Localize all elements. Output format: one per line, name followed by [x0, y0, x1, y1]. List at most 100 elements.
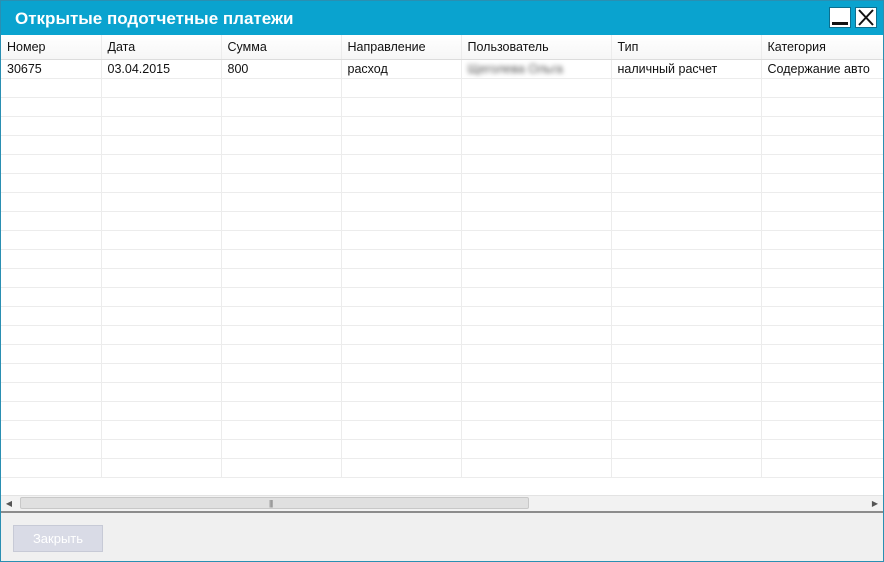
cell-amount[interactable]: 800	[221, 59, 342, 79]
title-bar: Открытые подотчетные платежи	[1, 1, 883, 35]
empty-cell	[341, 420, 462, 440]
empty-cell	[461, 420, 612, 440]
empty-cell	[341, 439, 462, 459]
empty-cell	[221, 97, 342, 117]
empty-cell	[611, 344, 762, 364]
empty-cell	[101, 382, 222, 402]
empty-cell	[611, 135, 762, 155]
empty-cell	[221, 401, 342, 421]
scroll-right-arrow-icon[interactable]: ▶	[867, 496, 883, 511]
empty-cell	[761, 344, 883, 364]
column-header-type[interactable]: Тип	[611, 35, 762, 60]
empty-cell	[1, 97, 102, 117]
column-header-number[interactable]: Номер	[1, 35, 102, 60]
empty-row	[1, 116, 883, 136]
close-window-button[interactable]	[855, 7, 877, 28]
empty-cell	[461, 401, 612, 421]
empty-cell	[101, 287, 222, 307]
empty-cell	[221, 135, 342, 155]
empty-cell	[1, 116, 102, 136]
empty-row	[1, 192, 883, 212]
horizontal-scrollbar[interactable]: ◀ ||| ▶	[1, 495, 883, 511]
empty-cell	[461, 382, 612, 402]
empty-cell	[461, 154, 612, 174]
empty-cell	[461, 230, 612, 250]
empty-cell	[341, 116, 462, 136]
empty-cell	[461, 439, 612, 459]
empty-cell	[761, 116, 883, 136]
empty-cell	[101, 249, 222, 269]
header-row: Номер Дата Сумма Направление Пользовател…	[1, 35, 883, 60]
empty-cell	[1, 420, 102, 440]
empty-row	[1, 363, 883, 383]
empty-cell	[611, 439, 762, 459]
scrollbar-thumb[interactable]: |||	[20, 497, 529, 509]
empty-cell	[761, 420, 883, 440]
empty-cell	[101, 420, 222, 440]
empty-cell	[611, 78, 762, 98]
empty-cell	[761, 401, 883, 421]
empty-cell	[341, 97, 462, 117]
table-row[interactable]: 30675 03.04.2015 800 расход Щеголева Оль…	[1, 59, 883, 79]
empty-cell	[461, 211, 612, 231]
empty-cell	[341, 154, 462, 174]
cell-type[interactable]: наличный расчет	[611, 59, 762, 79]
empty-cell	[1, 154, 102, 174]
empty-row	[1, 287, 883, 307]
empty-cell	[221, 458, 342, 478]
empty-cell	[461, 458, 612, 478]
empty-cell	[761, 78, 883, 98]
empty-cell	[341, 306, 462, 326]
dialog-window: Открытые подотчетные платежи Номер Дата …	[0, 0, 884, 562]
empty-cell	[461, 287, 612, 307]
column-header-user[interactable]: Пользователь	[461, 35, 612, 60]
column-header-amount[interactable]: Сумма	[221, 35, 342, 60]
scroll-left-arrow-icon[interactable]: ◀	[1, 496, 17, 511]
minimize-button[interactable]	[829, 7, 851, 28]
cell-category[interactable]: Содержание авто	[761, 59, 883, 79]
empty-cell	[761, 173, 883, 193]
empty-cell	[101, 344, 222, 364]
empty-cell	[611, 325, 762, 345]
payments-grid: Номер Дата Сумма Направление Пользовател…	[1, 35, 883, 495]
empty-cell	[221, 116, 342, 136]
empty-cell	[1, 401, 102, 421]
cell-number[interactable]: 30675	[1, 59, 102, 79]
cell-direction[interactable]: расход	[341, 59, 462, 79]
cell-user[interactable]: Щеголева Ольга	[461, 59, 612, 79]
empty-cell	[1, 192, 102, 212]
empty-cell	[611, 249, 762, 269]
empty-cell	[101, 116, 222, 136]
empty-cell	[761, 306, 883, 326]
empty-cell	[1, 325, 102, 345]
close-button[interactable]: Закрыть	[13, 525, 103, 552]
empty-row	[1, 97, 883, 117]
empty-cell	[101, 211, 222, 231]
column-header-date[interactable]: Дата	[101, 35, 222, 60]
window-title: Открытые подотчетные платежи	[15, 9, 294, 28]
empty-cell	[341, 211, 462, 231]
close-icon	[858, 9, 874, 26]
empty-cell	[761, 192, 883, 212]
empty-cell	[1, 382, 102, 402]
cell-date[interactable]: 03.04.2015	[101, 59, 222, 79]
empty-cell	[341, 135, 462, 155]
scrollbar-grip: |||	[269, 499, 273, 508]
column-header-category[interactable]: Категория	[761, 35, 883, 60]
empty-cell	[611, 287, 762, 307]
empty-cell	[101, 401, 222, 421]
empty-cell	[341, 268, 462, 288]
empty-cell	[461, 344, 612, 364]
empty-cell	[101, 173, 222, 193]
empty-cell	[341, 78, 462, 98]
empty-cell	[761, 230, 883, 250]
empty-cell	[611, 116, 762, 136]
empty-cell	[1, 249, 102, 269]
empty-cell	[1, 439, 102, 459]
dialog-footer: Закрыть	[1, 511, 883, 561]
empty-cell	[341, 325, 462, 345]
empty-row	[1, 325, 883, 345]
empty-cell	[221, 382, 342, 402]
column-header-direction[interactable]: Направление	[341, 35, 462, 60]
empty-cell	[1, 78, 102, 98]
